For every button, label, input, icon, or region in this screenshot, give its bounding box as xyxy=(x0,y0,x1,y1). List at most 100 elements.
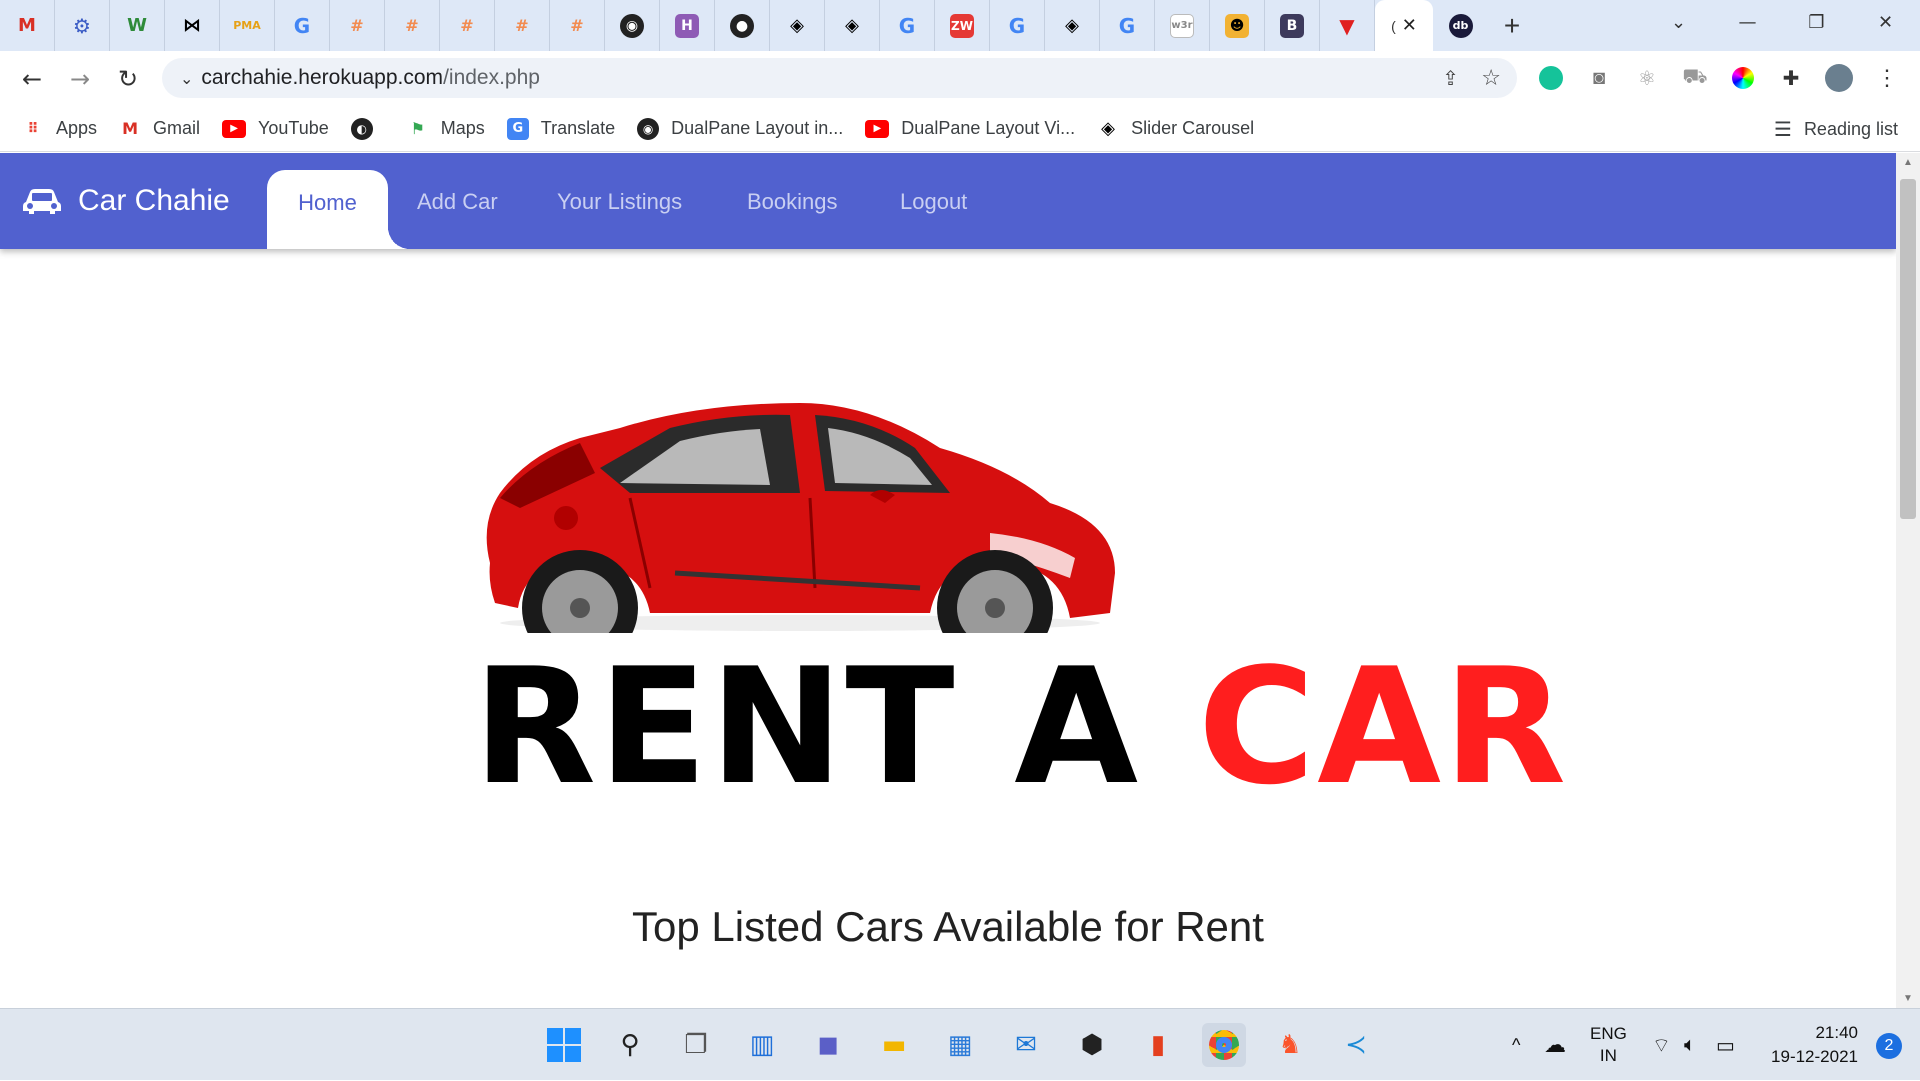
tab-doc[interactable]: # xyxy=(330,0,385,51)
mail-icon[interactable]: ✉ xyxy=(1004,1023,1048,1067)
tab-codepen[interactable]: ◈ xyxy=(1045,0,1100,51)
tab-active[interactable]: ( ✕ xyxy=(1375,0,1433,51)
react-icon[interactable]: ⚛ xyxy=(1632,63,1662,93)
brand-name: Car Chahie xyxy=(78,184,230,217)
minimize-icon[interactable]: — xyxy=(1713,0,1782,45)
wifi-icon[interactable]: ⌔ xyxy=(1652,1009,1671,1081)
scroll-down-icon[interactable]: ▼ xyxy=(1903,993,1913,1004)
tab-h[interactable]: H xyxy=(660,0,715,51)
language-indicator[interactable]: ENG IN xyxy=(1590,1009,1627,1081)
tab-zw[interactable]: ZW xyxy=(935,0,990,51)
notification-badge[interactable]: 2 xyxy=(1876,1033,1902,1059)
nav-bookings[interactable]: Bookings xyxy=(747,189,838,215)
nav-logout[interactable]: Logout xyxy=(900,189,967,215)
bookmark-globe[interactable]: ◐ xyxy=(350,117,385,140)
task-view-icon[interactable]: ❐ xyxy=(674,1023,718,1067)
bookmark-dualpane-github[interactable]: ◉ DualPane Layout in... xyxy=(637,117,843,140)
tab-strip: M ⚙ W ⋈ PMA G # # # # # ◉ H ● ◈ ◈ G ZW G… xyxy=(0,0,1920,51)
vscode-icon[interactable]: ≺ xyxy=(1334,1023,1378,1067)
tab-pma[interactable]: PMA xyxy=(220,0,275,51)
camera-icon[interactable]: ◙ xyxy=(1584,63,1614,93)
tab-bootstrap[interactable]: B xyxy=(1265,0,1320,51)
tab-gmail[interactable]: M xyxy=(0,0,55,51)
restore-icon[interactable]: ❐ xyxy=(1782,0,1851,45)
bookmark-star-icon[interactable]: ☆ xyxy=(1481,66,1501,91)
headline-red: CAR xyxy=(1197,633,1569,820)
pdf-icon: # xyxy=(460,16,474,35)
profile-avatar[interactable] xyxy=(1824,63,1854,93)
tab-db[interactable]: db xyxy=(1433,0,1488,51)
bookmark-maps[interactable]: ⚑ Maps xyxy=(407,118,485,140)
brand-link[interactable]: Car Chahie xyxy=(22,184,230,218)
bookmark-youtube[interactable]: ▶ YouTube xyxy=(222,118,329,139)
file-explorer-icon[interactable]: ▬ xyxy=(872,1023,916,1067)
pdf-icon: # xyxy=(515,16,529,35)
nav-home[interactable]: Home xyxy=(267,170,410,249)
maps-icon: ⚑ xyxy=(410,119,425,138)
volume-icon[interactable]: 🔈︎ xyxy=(1684,1009,1696,1081)
office-icon[interactable]: ▮ xyxy=(1136,1023,1180,1067)
window-controls: ⌄ — ❐ ✕ xyxy=(1644,0,1920,45)
tab-doc[interactable]: # xyxy=(385,0,440,51)
tab-globe[interactable]: ● xyxy=(715,0,770,51)
bookmark-gmail[interactable]: M Gmail xyxy=(119,118,200,140)
brave-icon[interactable]: ♞ xyxy=(1268,1023,1312,1067)
teams-chat-icon[interactable]: ◼ xyxy=(806,1023,850,1067)
reading-list-button[interactable]: ☰ Reading list xyxy=(1774,106,1898,152)
tab-w[interactable]: W xyxy=(110,0,165,51)
battery-icon[interactable]: ▭ xyxy=(1716,1009,1735,1081)
tab-w3r[interactable]: w3r xyxy=(1155,0,1210,51)
globe-icon: ◐ xyxy=(350,117,373,140)
tab-figure[interactable]: ☻ xyxy=(1210,0,1265,51)
chrome-icon[interactable] xyxy=(1202,1023,1246,1067)
page-scrollbar[interactable]: ▲ ▼ xyxy=(1896,153,1920,1008)
scroll-up-icon[interactable]: ▲ xyxy=(1903,157,1913,168)
tab-doc[interactable]: # xyxy=(440,0,495,51)
share-icon[interactable]: ⇪ xyxy=(1442,66,1459,90)
google-icon: G xyxy=(293,13,311,38)
new-tab-button[interactable]: + xyxy=(1488,0,1536,51)
tab-settings[interactable]: ⚙ xyxy=(55,0,110,51)
tab-github[interactable]: ◉ xyxy=(605,0,660,51)
nav-your-listings[interactable]: Your Listings xyxy=(557,189,682,215)
grammarly-icon[interactable] xyxy=(1536,63,1566,93)
app-icon[interactable]: ⬢ xyxy=(1070,1023,1114,1067)
tab-google[interactable]: G xyxy=(990,0,1045,51)
close-window-icon[interactable]: ✕ xyxy=(1851,0,1920,45)
widgets-icon[interactable]: ▥ xyxy=(740,1023,784,1067)
tab-google[interactable]: G xyxy=(275,0,330,51)
colorpicker-icon[interactable] xyxy=(1728,63,1758,93)
start-icon[interactable] xyxy=(542,1023,586,1067)
tray-chevron-icon[interactable]: ^ xyxy=(1512,1009,1520,1081)
bookmark-apps[interactable]: ⠿ Apps xyxy=(22,118,98,140)
forward-button[interactable]: → xyxy=(56,55,104,103)
nav-add-car[interactable]: Add Car xyxy=(417,189,498,215)
menu-icon[interactable]: ⋮ xyxy=(1872,63,1902,93)
address-bar[interactable]: ⌄ carchahie.herokuapp.com/index.php ⇪ ☆ xyxy=(162,58,1517,98)
cart-icon[interactable]: ⛟ xyxy=(1680,63,1710,93)
tab-codepen[interactable]: ◈ xyxy=(770,0,825,51)
bookmark-translate[interactable]: G Translate xyxy=(506,117,615,140)
bookmark-slider-carousel[interactable]: ◈ Slider Carousel xyxy=(1097,118,1254,140)
tab-doc[interactable]: # xyxy=(495,0,550,51)
search-icon[interactable]: ⚲ xyxy=(608,1023,652,1067)
bookmark-dualpane-youtube[interactable]: ▶ DualPane Layout Vi... xyxy=(865,118,1075,139)
onedrive-icon[interactable]: ☁ xyxy=(1544,1009,1566,1081)
extensions-icon[interactable]: ✚ xyxy=(1776,63,1806,93)
tab-google[interactable]: G xyxy=(1100,0,1155,51)
system-clock[interactable]: 21:40 19-12-2021 xyxy=(1771,1021,1858,1069)
tab-doc[interactable]: # xyxy=(550,0,605,51)
back-button[interactable]: ← xyxy=(8,55,56,103)
tab-search-icon[interactable]: ⌄ xyxy=(1644,0,1713,45)
globe-icon: ● xyxy=(730,13,754,38)
store-icon[interactable]: ▦ xyxy=(938,1023,982,1067)
scrollbar-thumb[interactable] xyxy=(1900,179,1916,519)
tab-vivaldi[interactable]: ▼ xyxy=(1320,0,1375,51)
rent-a-car-headline: RENT A CAR xyxy=(473,633,1568,820)
tab-codepen[interactable]: ◈ xyxy=(825,0,880,51)
tab-bow[interactable]: ⋈ xyxy=(165,0,220,51)
reload-button[interactable]: ↻ xyxy=(104,55,152,103)
site-info-icon[interactable]: ⌄ xyxy=(180,69,193,88)
tab-google[interactable]: G xyxy=(880,0,935,51)
close-tab-icon[interactable]: ✕ xyxy=(1402,15,1417,36)
